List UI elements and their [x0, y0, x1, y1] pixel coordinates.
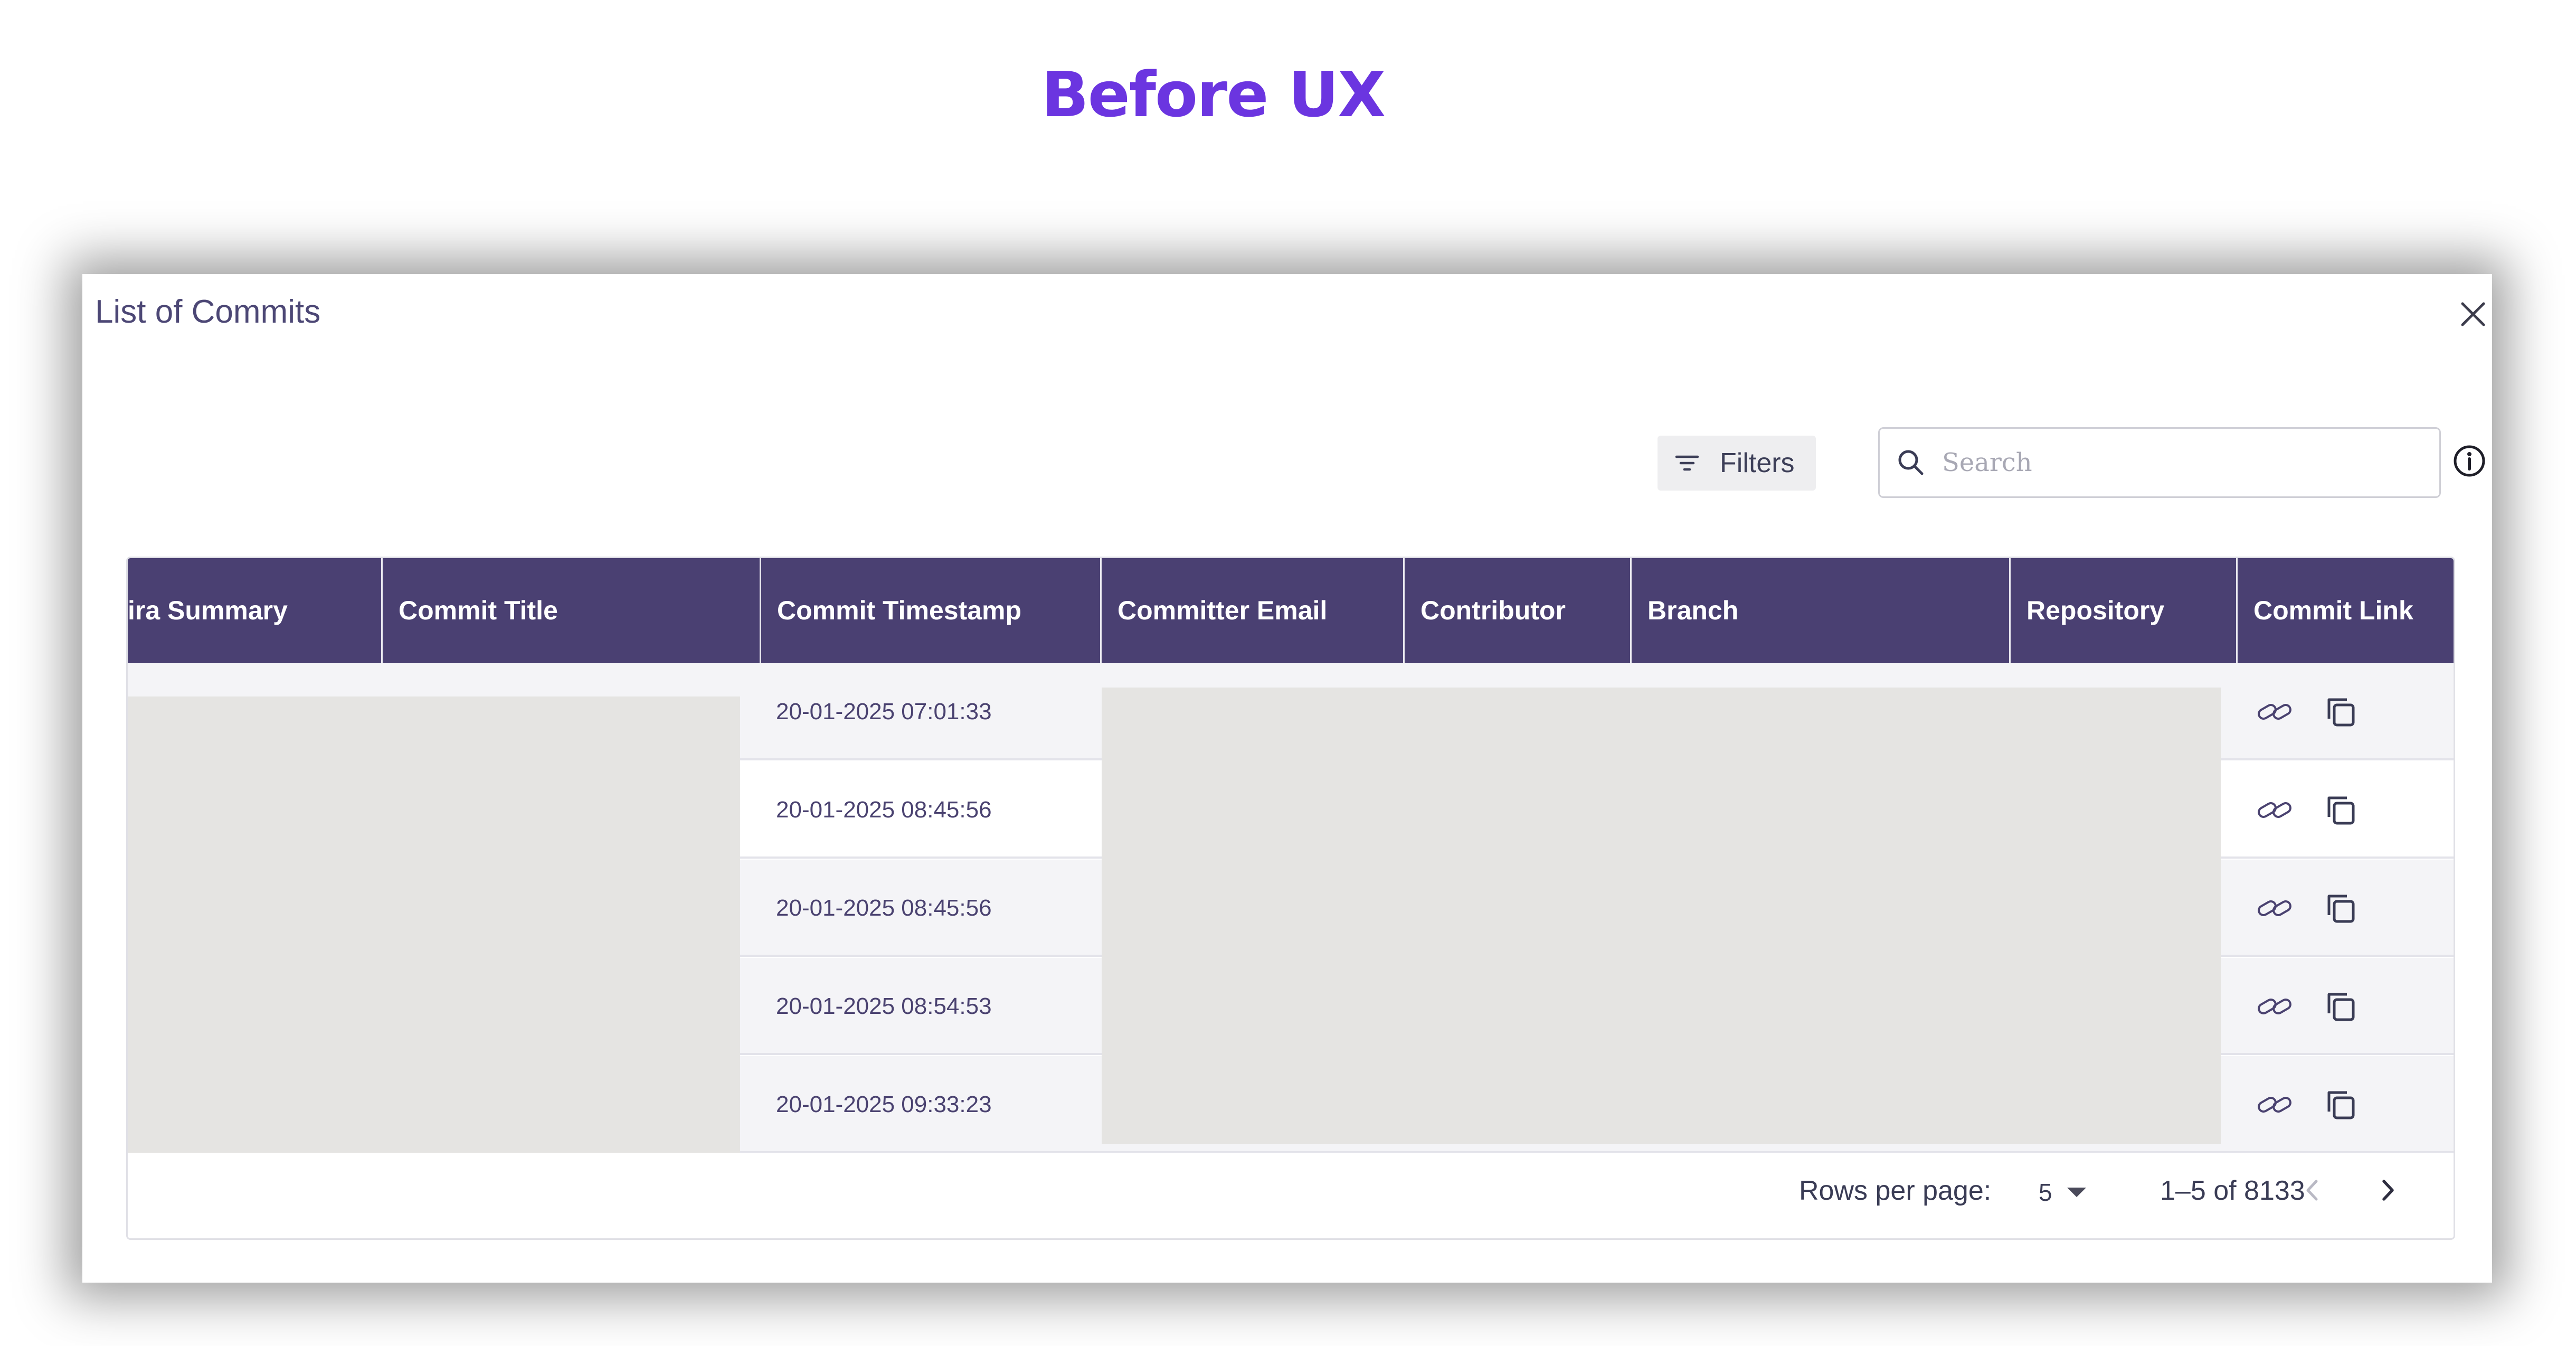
chevron-left-icon: [2306, 1180, 2318, 1201]
copy-icon: [2327, 796, 2355, 825]
commit-timestamp-cell: 20-01-2025 08:45:56: [776, 797, 992, 823]
commit-timestamp-cell: 20-01-2025 08:45:56: [776, 895, 992, 921]
link-icon: [2258, 900, 2291, 916]
column-header-commit-title[interactable]: Commit Title: [383, 558, 761, 663]
link-icon: [2258, 802, 2291, 818]
next-page-button[interactable]: [2369, 1172, 2406, 1209]
copy-icon: [2327, 993, 2355, 1021]
pagination-range: 1–5 of 8133: [2160, 1175, 2305, 1206]
link-icon: [2258, 1097, 2291, 1113]
search-input[interactable]: [1941, 447, 2418, 478]
commit-timestamp-cell: 20-01-2025 08:54:53: [776, 993, 992, 1019]
copy-commit-link-button[interactable]: [2322, 1085, 2361, 1124]
column-header-branch[interactable]: Branch: [1632, 558, 2011, 663]
commits-dialog: List of Commits Filters Search ira Summa…: [82, 274, 2492, 1283]
dialog-title: List of Commits: [95, 294, 321, 330]
filters-label: Filters: [1720, 448, 1795, 478]
commit-timestamp-cell: 20-01-2025 09:33:23: [776, 1091, 992, 1117]
chevron-right-icon: [2382, 1180, 2394, 1201]
commits-table: ira Summary Commit Title Commit Timestam…: [126, 557, 2455, 1240]
copy-icon: [2327, 895, 2355, 923]
column-header-committer-email[interactable]: Committer Email: [1102, 558, 1405, 663]
open-commit-link-button[interactable]: [2255, 987, 2294, 1026]
copy-commit-link-button[interactable]: [2322, 889, 2361, 928]
filters-button[interactable]: Filters: [1658, 436, 1816, 491]
redacted-summary-title-block: [128, 696, 740, 1161]
link-icon: [2258, 704, 2291, 720]
redacted-email-branch-block: [1102, 688, 2221, 1144]
copy-commit-link-button[interactable]: [2322, 987, 2361, 1026]
open-commit-link-button[interactable]: [2255, 1085, 2294, 1124]
dropdown-caret-icon: [2067, 1188, 2086, 1197]
copy-icon: [2327, 1091, 2355, 1119]
info-button[interactable]: [2452, 444, 2486, 478]
rows-per-page-value: 5: [2039, 1179, 2052, 1206]
commit-timestamp-cell: 20-01-2025 07:01:33: [776, 699, 992, 724]
column-header-jira-summary[interactable]: ira Summary: [128, 558, 383, 663]
column-header-commit-link[interactable]: Commit Link: [2238, 558, 2454, 663]
table-header: ira Summary Commit Title Commit Timestam…: [128, 558, 2454, 663]
previous-page-button[interactable]: [2294, 1172, 2331, 1209]
info-icon: [2454, 445, 2485, 477]
column-header-contributor[interactable]: Contributor: [1405, 558, 1632, 663]
rows-per-page-label: Rows per page:: [1799, 1175, 1992, 1206]
rows-per-page-select[interactable]: 5: [2039, 1174, 2086, 1211]
close-button[interactable]: [2456, 297, 2490, 331]
copy-icon: [2327, 698, 2355, 727]
filter-lines-icon: [1675, 455, 1699, 471]
link-icon: [2258, 999, 2291, 1014]
search-icon: [1898, 450, 1924, 475]
page-heading: Before UX: [1041, 58, 1386, 131]
pagination-bar: Rows per page: 5 1–5 of 8133: [128, 1153, 2454, 1237]
open-commit-link-button[interactable]: [2255, 889, 2294, 928]
column-header-repository[interactable]: Repository: [2011, 558, 2238, 663]
open-commit-link-button[interactable]: [2255, 790, 2294, 830]
column-header-commit-timestamp[interactable]: Commit Timestamp: [761, 558, 1102, 663]
search-field[interactable]: [1878, 427, 2441, 498]
copy-commit-link-button[interactable]: [2322, 692, 2361, 731]
screenshot-canvas: Before UX List of Commits Filters Search…: [0, 0, 2576, 1346]
open-commit-link-button[interactable]: [2255, 692, 2294, 731]
close-icon: [2461, 302, 2485, 326]
copy-commit-link-button[interactable]: [2322, 790, 2361, 830]
